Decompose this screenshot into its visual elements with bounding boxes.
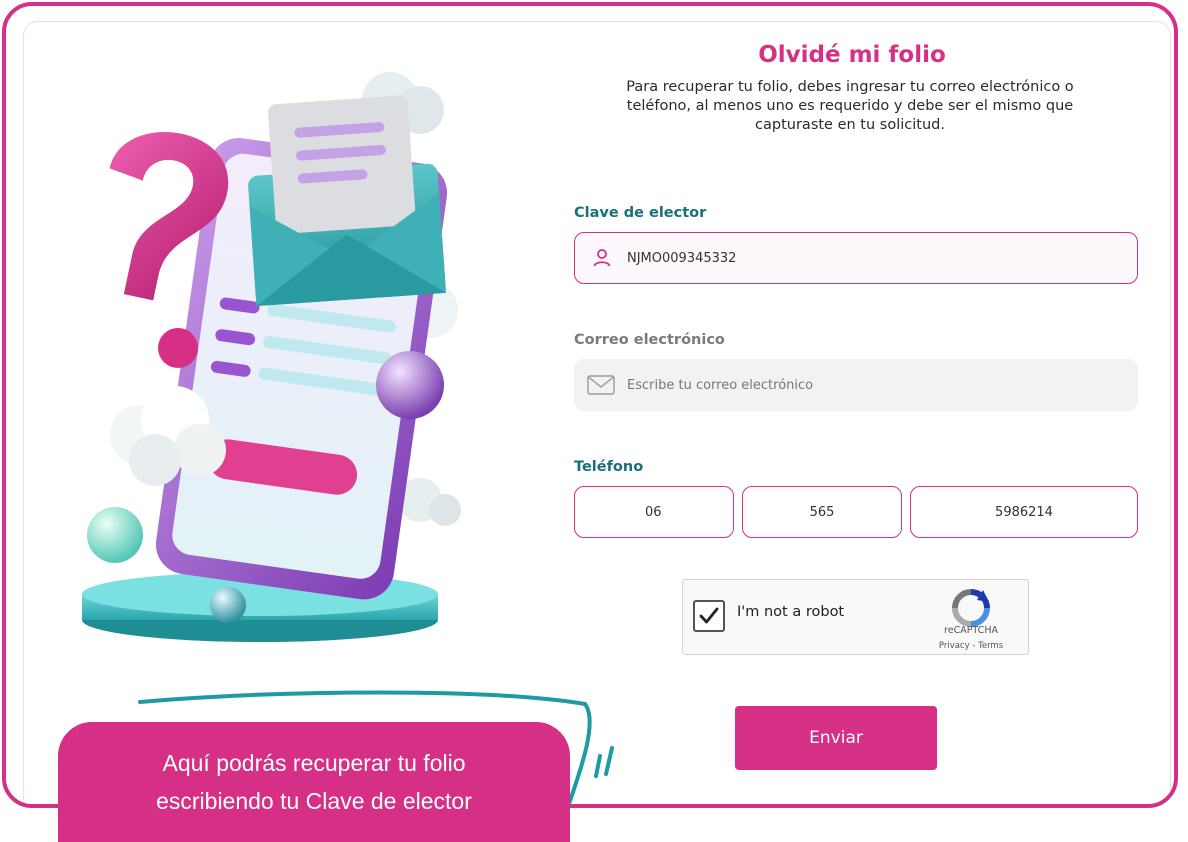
recaptcha-logo-icon xyxy=(945,586,997,630)
instructions-text: Para recuperar tu folio, debes ingresar … xyxy=(626,79,1074,133)
recaptcha-checkbox[interactable] xyxy=(693,600,725,632)
user-icon xyxy=(591,247,613,269)
clave-elector-field[interactable]: NJMO009345332 xyxy=(574,232,1138,284)
mail-icon xyxy=(587,374,615,396)
illustration xyxy=(60,60,530,660)
enviar-button[interactable]: Enviar xyxy=(735,706,937,770)
telefono-prefix-value: 565 xyxy=(809,504,835,520)
page-title: Olvidé mi folio xyxy=(758,42,946,68)
callout-line-1: Aquí podrás recuperar tu folio xyxy=(162,750,466,776)
telefono-number-field[interactable]: 5986214 xyxy=(910,486,1138,538)
recaptcha-widget: I'm not a robot reCAPTCHA Privacy - Term… xyxy=(682,579,1029,655)
recaptcha-links[interactable]: Privacy - Terms xyxy=(931,641,1011,651)
correo-placeholder: Escribe tu correo electrónico xyxy=(627,377,814,393)
checkmark-icon xyxy=(699,607,719,624)
callout-line-2: escribiendo tu Clave de elector xyxy=(156,788,472,814)
clave-label: Clave de elector xyxy=(574,205,707,221)
telefono-lada-field[interactable]: 06 xyxy=(574,486,734,538)
telefono-label: Teléfono xyxy=(574,459,644,475)
recaptcha-brand: reCAPTCHA xyxy=(944,625,998,636)
telefono-prefix-field[interactable]: 565 xyxy=(742,486,902,538)
telefono-number-value: 5986214 xyxy=(995,504,1053,520)
correo-field[interactable]: Escribe tu correo electrónico xyxy=(574,359,1138,411)
telefono-lada-value: 06 xyxy=(645,504,662,520)
correo-label: Correo electrónico xyxy=(574,332,725,348)
callout-text: Aquí podrás recuperar tu folio escribien… xyxy=(58,744,570,820)
recaptcha-label: I'm not a robot xyxy=(737,604,845,620)
clave-elector-value: NJMO009345332 xyxy=(627,250,737,266)
